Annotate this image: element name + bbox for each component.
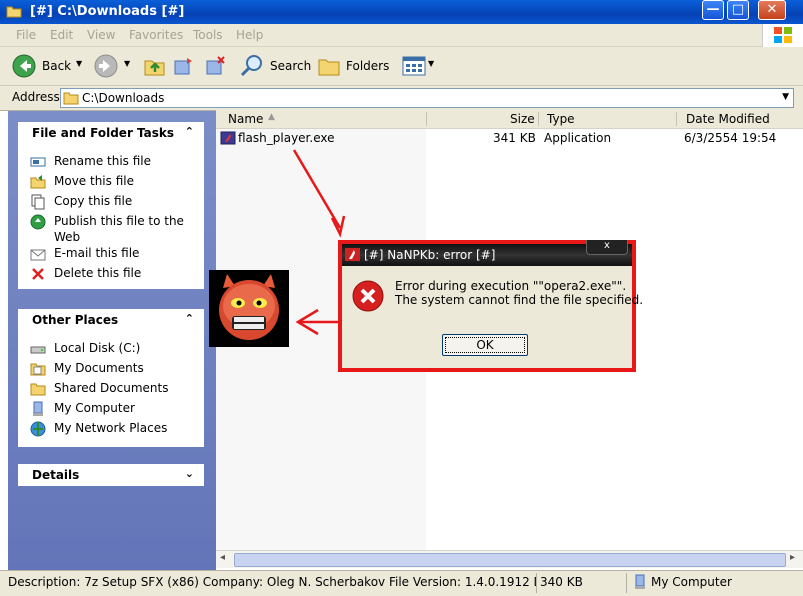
error-message-line2: The system cannot find the file specifie… bbox=[395, 293, 644, 307]
dialog-title: [#] NaNPKb: error [#] bbox=[364, 248, 496, 262]
error-dialog: [#] NaNPKb: error [#] x Error during exe… bbox=[342, 240, 643, 368]
dialog-close-button[interactable]: x bbox=[586, 240, 628, 255]
application-icon bbox=[345, 248, 360, 261]
dialog-title-bar: [#] NaNPKb: error [#] x bbox=[342, 240, 632, 266]
arrow-to-dialog bbox=[292, 149, 342, 229]
error-message-line1: Error during execution ""opera2.exe"". bbox=[395, 279, 627, 293]
ok-button[interactable]: OK bbox=[442, 334, 528, 356]
error-icon bbox=[352, 280, 384, 312]
